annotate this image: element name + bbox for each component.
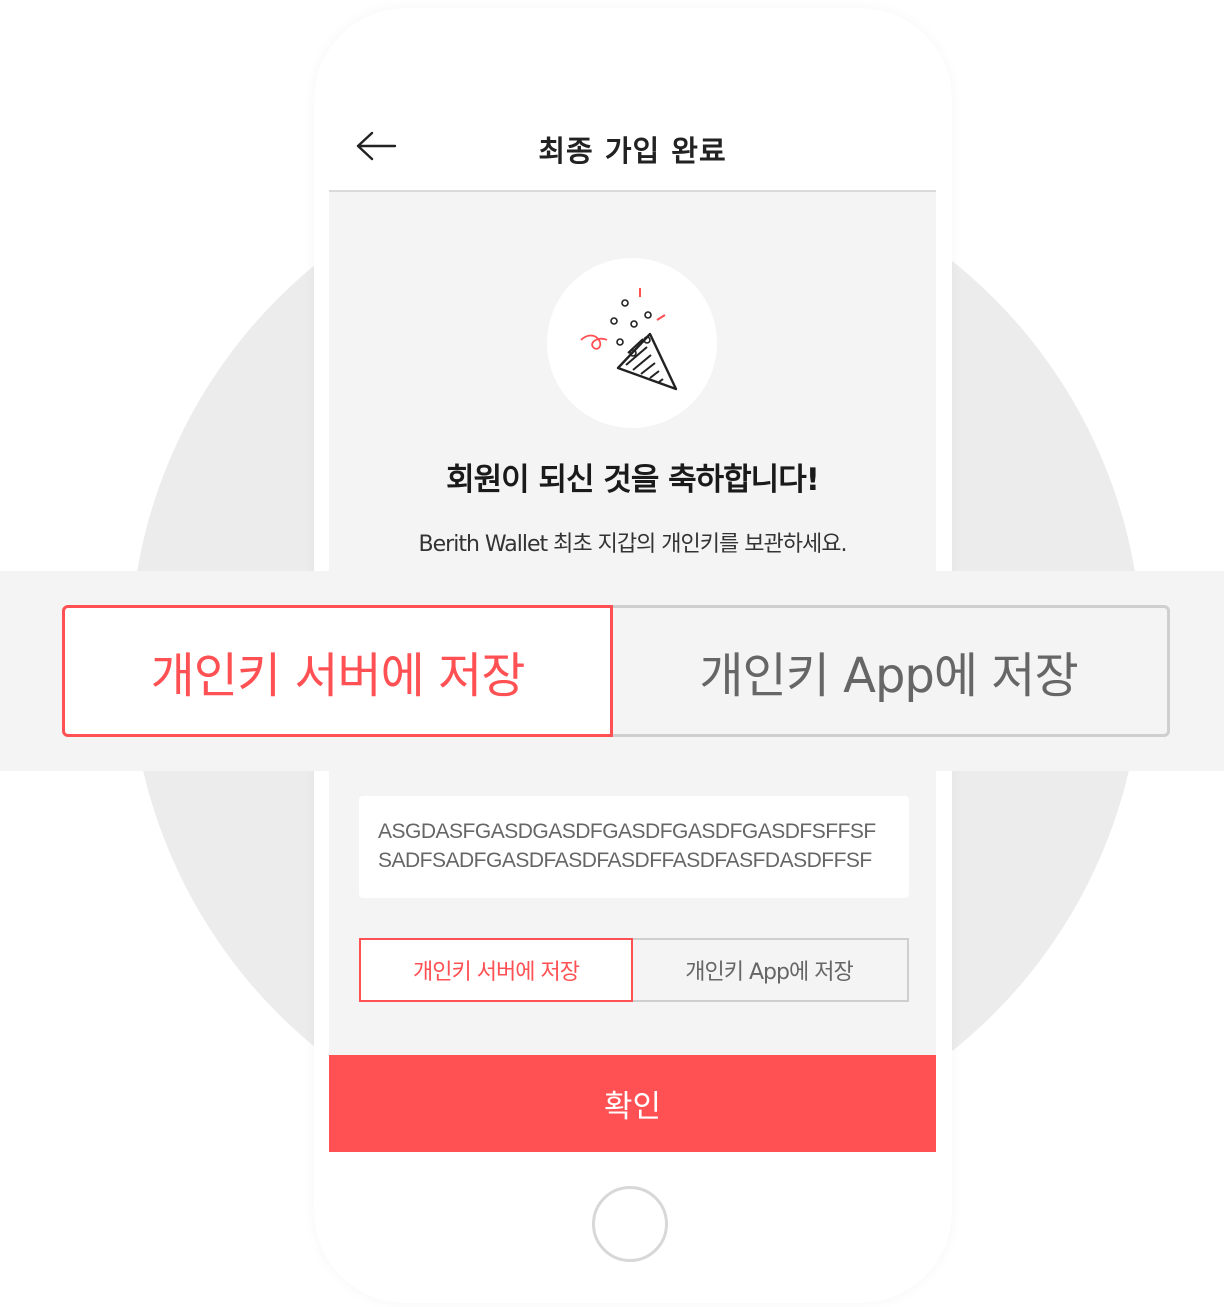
save-to-app-option[interactable]: 개인키 App에 저장 xyxy=(631,938,909,1002)
instruction-text: Berith Wallet 최초 지갑의 개인키를 보관하세요. xyxy=(418,532,848,557)
party-popper-icon xyxy=(547,258,717,428)
home-button[interactable] xyxy=(592,1186,668,1262)
private-key-line: ASGDASFGASDGASDFGASDFGASDFGASDFSFFSF xyxy=(378,820,876,843)
app-header: 최종 가입 완료 xyxy=(329,100,936,192)
page-title: 최종 가입 완료 xyxy=(538,134,727,168)
storage-toggle: 개인키 서버에 저장 개인키 App에 저장 xyxy=(359,938,909,1002)
private-key-line: SADFSADFGASDFASDFASDFFASDFASFDASDFFSF xyxy=(378,849,872,872)
save-to-app-option-zoomed[interactable]: 개인키 App에 저장 xyxy=(610,605,1170,737)
save-to-server-option-zoomed[interactable]: 개인키 서버에 저장 xyxy=(62,605,613,737)
confirm-button[interactable]: 확인 xyxy=(329,1055,936,1152)
zoomed-storage-toggle: 개인키 서버에 저장 개인키 App에 저장 xyxy=(0,571,1224,771)
save-to-server-option[interactable]: 개인키 서버에 저장 xyxy=(359,938,633,1002)
private-key-box: ASGDASFGASDGASDFGASDFGASDFGASDFSFFSF SAD… xyxy=(359,796,909,898)
congratulations-heading: 회원이 되신 것을 축하합니다! xyxy=(446,462,820,498)
